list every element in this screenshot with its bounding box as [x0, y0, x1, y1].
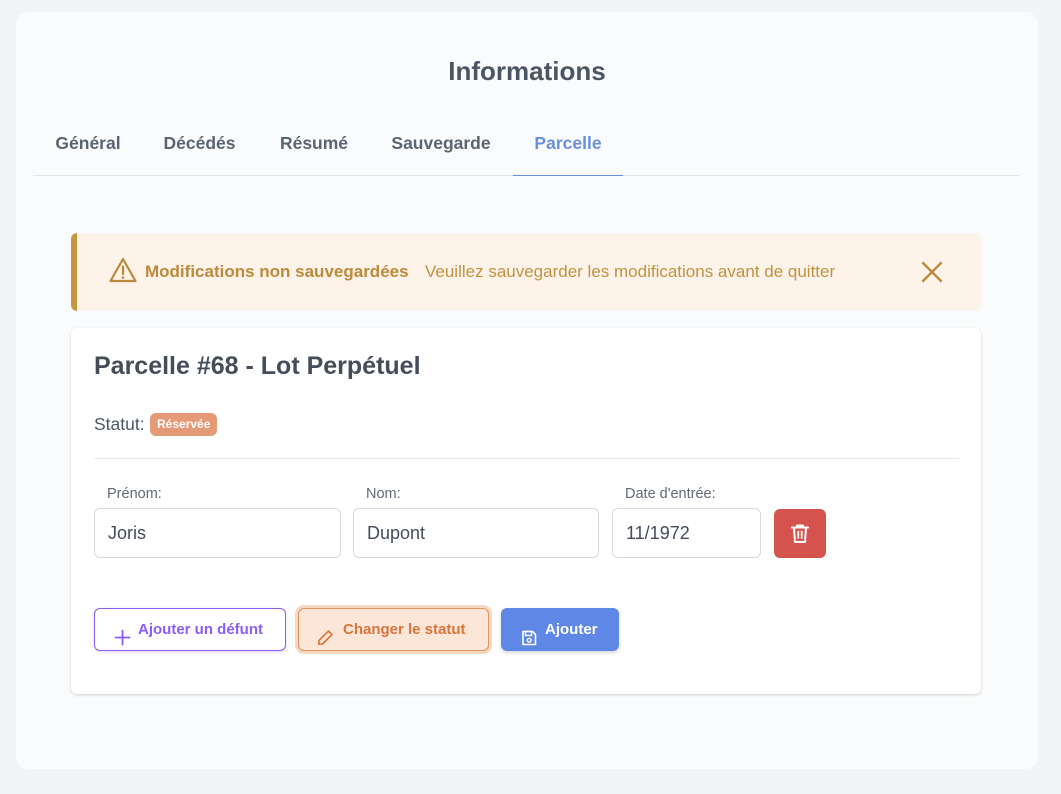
page-title: Informations [448, 56, 606, 86]
tab-decedes[interactable]: Décédés [163, 122, 236, 176]
alert-message: Veuillez sauvegarder les modifications a… [425, 262, 836, 281]
ajouter-button[interactable]: Ajouter [501, 608, 619, 651]
pencil-icon [317, 621, 334, 662]
card-title: Parcelle #68 - Lot Perpétuel [94, 352, 421, 380]
tab-sauvegarde[interactable]: Sauvegarde [391, 122, 491, 176]
plus-icon [114, 621, 131, 662]
add-defunt-label: Ajouter un défunt [138, 621, 263, 638]
prenom-input[interactable] [94, 508, 341, 558]
date-entree-label: Date d'entrée: [625, 486, 716, 502]
alert-title: Modifications non sauvegardées [145, 262, 409, 281]
delete-button[interactable] [774, 509, 826, 558]
nom-label: Nom: [366, 486, 401, 502]
tab-parcelle[interactable]: Parcelle [513, 122, 623, 176]
divider [94, 458, 959, 459]
parcelle-card: Parcelle #68 - Lot Perpétuel Statut: Rés… [71, 328, 981, 694]
unsaved-changes-alert: Modifications non sauvegardées Veuillez … [71, 233, 981, 311]
add-defunt-button[interactable]: Ajouter un défunt [94, 608, 286, 651]
prenom-label: Prénom: [107, 486, 162, 502]
tab-resume[interactable]: Résumé [279, 122, 349, 176]
date-entree-input[interactable] [612, 508, 761, 558]
change-status-button[interactable]: Changer le statut [298, 608, 489, 651]
status-badge: Réservée [150, 413, 218, 436]
change-status-label: Changer le statut [343, 621, 466, 638]
nom-input[interactable] [353, 508, 599, 558]
status-label: Statut: [94, 414, 145, 434]
tab-general[interactable]: Général [55, 122, 121, 176]
main-panel: Informations Général Décédés Résumé Sauv… [16, 12, 1038, 769]
warning-icon [109, 257, 137, 283]
save-icon [521, 621, 537, 662]
close-icon[interactable] [917, 257, 947, 287]
ajouter-label: Ajouter [545, 621, 598, 638]
trash-icon [791, 524, 809, 543]
tab-bar: Général Décédés Résumé Sauvegarde Parcel… [33, 122, 1020, 176]
